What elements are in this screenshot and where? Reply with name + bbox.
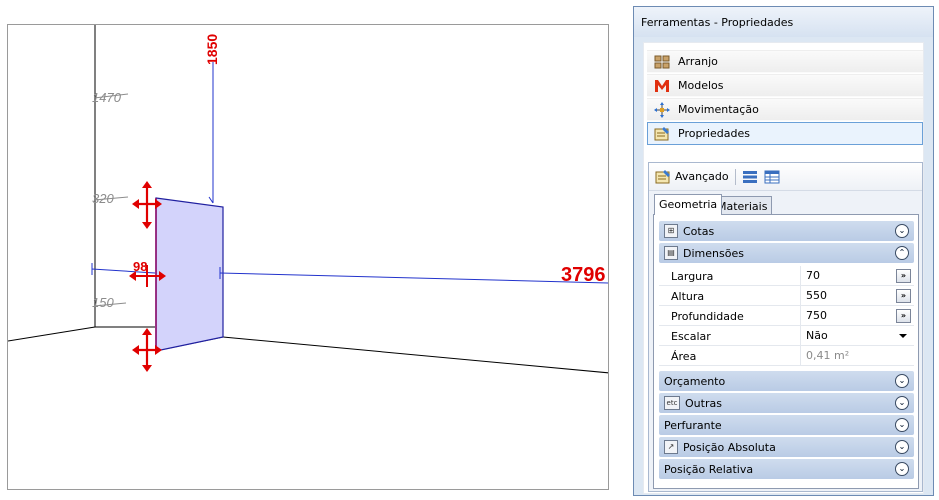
scene-canvas[interactable]: 1470 320 150 1850 98 3796 <box>8 25 609 490</box>
section-cotas-label: Cotas <box>683 224 715 238</box>
section-perfurante[interactable]: Perfurante ⌄ <box>659 415 914 435</box>
property-row-area: Área 0,41 m² <box>659 346 914 366</box>
nav-label-modelos: Modelos <box>678 79 724 92</box>
chevron-down-icon[interactable]: ⌄ <box>895 418 909 432</box>
area-readonly-value: 0,41 m² <box>806 349 850 362</box>
property-row-escalar: Escalar Não <box>659 326 914 346</box>
section-posicao-absoluta[interactable]: ↗ Posição Absoluta ⌄ <box>659 437 914 457</box>
largura-value-field[interactable]: 70 <box>806 269 820 282</box>
property-name: Largura <box>671 270 714 283</box>
dimensoes-icon: ▤ <box>664 246 678 260</box>
altura-ellipsis-button[interactable]: » <box>896 289 911 303</box>
section-dimensoes[interactable]: ▤ Dimensões ⌃ <box>659 243 914 263</box>
properties-icon <box>654 126 670 142</box>
chevron-down-icon[interactable]: ⌄ <box>895 396 909 410</box>
nav-label-propriedades: Propriedades <box>678 127 750 140</box>
section-outras[interactable]: etc Outras ⌄ <box>659 393 914 413</box>
column-separator <box>800 306 801 325</box>
list-view-icon[interactable] <box>764 169 780 185</box>
properties-panel: Ferramentas - Propriedades Arranjo Model… <box>633 6 934 496</box>
move-arrows-icon <box>654 101 670 118</box>
section-dimensoes-label: Dimensões <box>683 246 744 260</box>
tab-geometria[interactable]: Geometria <box>654 194 723 215</box>
section-perfurante-label: Perfurante <box>664 418 722 432</box>
dropdown-arrow-icon[interactable] <box>899 334 907 338</box>
escalar-select[interactable]: Não <box>806 329 828 342</box>
column-separator <box>800 286 801 305</box>
chevron-down-icon[interactable]: ⌄ <box>895 374 909 388</box>
3d-viewport[interactable]: 1470 320 150 1850 98 3796 <box>7 24 609 490</box>
profundidade-ellipsis-button[interactable]: » <box>896 309 911 323</box>
column-separator <box>800 326 801 345</box>
advanced-label[interactable]: Avançado <box>675 170 729 183</box>
nav-label-arranjo: Arranjo <box>678 55 718 68</box>
chevron-up-icon[interactable]: ⌃ <box>895 246 909 260</box>
advanced-toolbar: Avançado <box>649 163 922 191</box>
column-separator <box>800 266 801 285</box>
chevron-down-icon[interactable]: ⌄ <box>895 440 909 454</box>
nav-item-propriedades[interactable]: Propriedades <box>647 122 923 145</box>
dimension-320: 320 <box>92 191 114 206</box>
section-orcamento-label: Orçamento <box>664 374 726 388</box>
geometria-tab-content: ⊞ Cotas ⌄ ▤ Dimensões ⌃ Largura 70 » Alt… <box>653 214 919 489</box>
dimension-150: 150 <box>92 295 114 310</box>
section-posicao-absoluta-label: Posição Absoluta <box>683 440 776 454</box>
panel-title: Ferramentas - Propriedades <box>634 7 933 37</box>
property-row-altura: Altura 550 » <box>659 286 914 306</box>
property-row-largura: Largura 70 » <box>659 266 914 286</box>
property-row-profundidade: Profundidade 750 » <box>659 306 914 326</box>
section-outras-label: Outras <box>685 396 722 410</box>
chevron-down-icon[interactable]: ⌄ <box>895 462 909 476</box>
largura-ellipsis-button[interactable]: » <box>896 269 911 283</box>
grid-icon <box>654 54 670 70</box>
section-posicao-relativa[interactable]: Posição Relativa ⌄ <box>659 459 914 479</box>
dimension-1850: 1850 <box>204 34 220 65</box>
property-name: Altura <box>671 290 705 303</box>
profundidade-value-field[interactable]: 750 <box>806 309 827 322</box>
dimension-1470: 1470 <box>92 90 122 105</box>
altura-value-field[interactable]: 550 <box>806 289 827 302</box>
nav-item-movimentacao[interactable]: Movimentação <box>647 98 923 121</box>
nav-item-arranjo[interactable]: Arranjo <box>647 50 923 73</box>
nav-item-modelos[interactable]: Modelos <box>647 74 923 97</box>
section-cotas[interactable]: ⊞ Cotas ⌄ <box>659 221 914 241</box>
toolbar-separator <box>734 168 736 185</box>
column-separator <box>800 346 801 365</box>
section-posicao-relativa-label: Posição Relativa <box>664 462 754 476</box>
section-orcamento[interactable]: Orçamento ⌄ <box>659 371 914 391</box>
dimension-3796: 3796 <box>561 264 606 286</box>
cotas-icon: ⊞ <box>664 224 678 238</box>
selected-object[interactable] <box>155 197 224 352</box>
property-name: Área <box>671 350 697 363</box>
nav-label-movimentacao: Movimentação <box>678 103 759 116</box>
panel-body: Arranjo Modelos Movimentação Propriedade… <box>643 42 924 494</box>
advanced-section: Avançado Geometria Materiais ⊞ Cotas ⌄ ▤… <box>648 162 923 492</box>
modelos-m-icon <box>654 78 670 94</box>
categorized-view-icon[interactable] <box>742 169 758 185</box>
axis-icon: ↗ <box>664 440 678 454</box>
chevron-down-icon[interactable]: ⌄ <box>895 224 909 238</box>
etc-icon: etc <box>664 396 680 410</box>
property-name: Escalar <box>671 330 711 343</box>
advanced-properties-icon[interactable] <box>655 169 671 185</box>
property-name: Profundidade <box>671 310 744 323</box>
